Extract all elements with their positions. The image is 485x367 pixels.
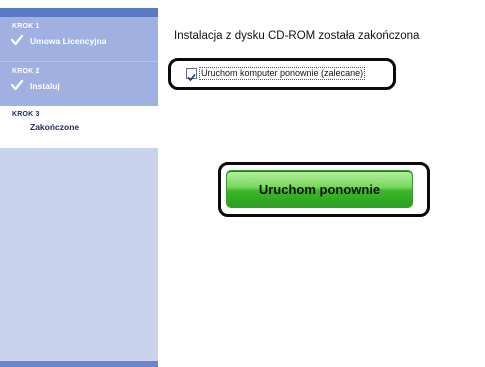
step-number: KROK 2 — [12, 68, 40, 75]
content-top-margin — [158, 0, 485, 8]
step-label: Instaluj — [30, 81, 60, 91]
page-title: Instalacja z dysku CD-ROM została zakońc… — [174, 30, 420, 42]
restart-checkbox-label[interactable]: Uruchom komputer ponownie (zalecane) — [199, 67, 366, 80]
step-2: KROK 2 Instaluj — [0, 62, 158, 106]
checkmark-icon — [10, 33, 24, 47]
restart-button[interactable]: Uruchom ponownie — [227, 171, 412, 207]
sidebar-top-bar — [0, 8, 158, 17]
step-1: KROK 1 Umowa Licencyjna — [0, 17, 158, 62]
checkmark-icon — [187, 73, 196, 82]
step-number: KROK 1 — [12, 23, 40, 30]
step-number: KROK 3 — [12, 111, 40, 118]
sidebar-bottom-bar — [0, 361, 158, 367]
step-label: Umowa Licencyjna — [30, 36, 107, 46]
sidebar-top-margin — [0, 0, 158, 8]
restart-checkbox[interactable] — [186, 68, 197, 82]
step-3-active: KROK 3 Zakończone — [0, 106, 158, 148]
checkmark-icon — [10, 78, 24, 92]
step-label: Zakończone — [30, 122, 80, 132]
